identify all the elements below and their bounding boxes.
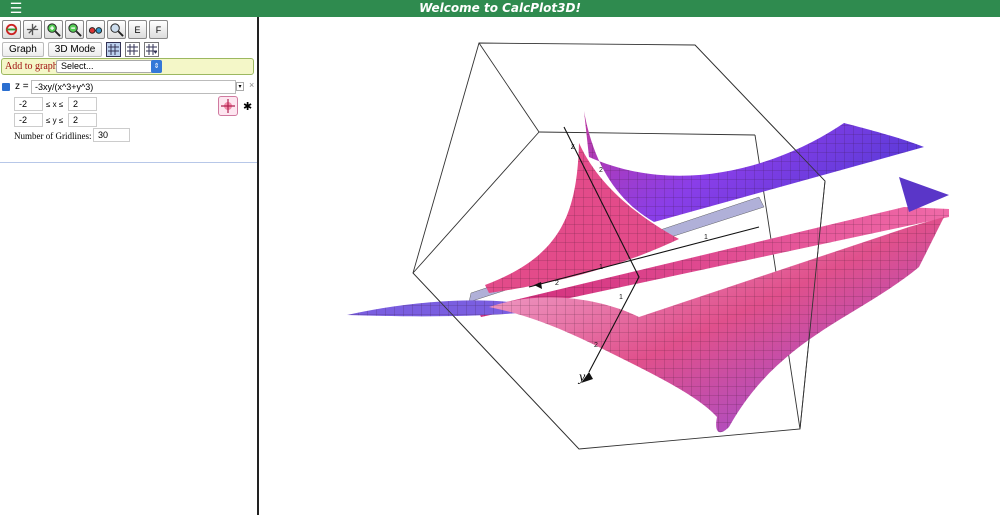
tick-label: 2 [599,167,603,174]
z-equals-label: z = [15,81,29,92]
function-visible-checkbox[interactable] [2,83,10,91]
glasses-icon[interactable] [86,20,105,39]
tick-label: 2 [555,280,559,287]
tick-label: 1 [599,264,603,271]
gridlines-input[interactable]: 30 [93,128,130,142]
app-title: Welcome to CalcPlot3D! [419,1,581,15]
x-range-label: ≤ x ≤ [46,100,64,109]
add-to-graph-label: Add to graph: [5,61,61,72]
select-arrow-icon: ⇕ [151,60,162,73]
surface-plot[interactable]: y z 1 2 1 2 1 2 [259,17,1000,515]
rotate-axes-icon[interactable] [23,20,42,39]
zoom-out-icon[interactable] [65,20,84,39]
3d-mode-button[interactable]: 3D Mode [47,41,103,57]
tick-label: 1 [619,294,623,301]
add-to-graph-selected: Select... [61,61,94,71]
grid-view-plus-icon[interactable] [144,41,160,57]
e-button[interactable]: E [128,20,147,39]
toolbar: E F [2,20,168,40]
axis-z-label: z [570,141,575,151]
add-to-graph-select[interactable]: Select... ⇕ [56,60,162,73]
gridlines-label: Number of Gridlines: [14,131,92,141]
function-expression-input[interactable]: -3xy/(x^3+y^3) [31,80,236,94]
y-range-label: ≤ y ≤ [46,116,64,125]
tick-label: 2 [594,342,598,349]
y-max-input[interactable]: 2 [68,113,97,127]
gear-icon[interactable]: ✱ [243,100,252,113]
close-icon[interactable]: × [249,80,254,90]
reset-view-icon[interactable] [2,20,21,39]
panel-divider [0,162,257,163]
f-button[interactable]: F [149,20,168,39]
grid-view-icon[interactable] [106,41,122,57]
zoom-in-icon[interactable] [44,20,63,39]
axis-y-label: y [577,370,586,385]
plot-area[interactable]: y z 1 2 1 2 1 2 [259,17,1000,515]
mode-row: Graph 3D Mode [2,41,160,57]
add-to-graph-row: Add to graph: Select... ⇕ [1,58,254,75]
x-min-input[interactable]: -2 [14,97,43,111]
tick-label: 1 [704,234,708,241]
magnifier-icon[interactable] [107,20,126,39]
graph-button[interactable]: Graph [2,41,44,57]
grid-view-alt-icon[interactable] [125,41,141,57]
top-bar: ☰ Welcome to CalcPlot3D! [0,0,1000,17]
x-max-input[interactable]: 2 [68,97,97,111]
y-min-input[interactable]: -2 [14,113,43,127]
crosshair-icon[interactable] [218,96,238,116]
control-panel: E F Graph 3D Mode Add to graph: Select..… [0,17,259,515]
function-dropdown-icon[interactable]: ▾ [236,82,244,91]
function-row: z = -3xy/(x^3+y^3) ▾ × [0,79,257,95]
